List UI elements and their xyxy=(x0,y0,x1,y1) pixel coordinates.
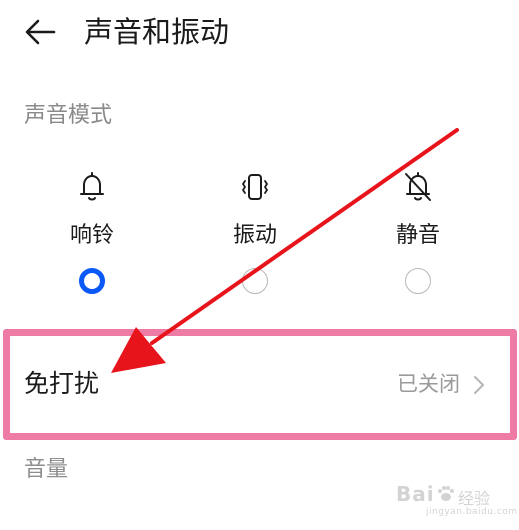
page-title: 声音和振动 xyxy=(84,15,230,49)
radio-vibrate[interactable] xyxy=(242,268,268,294)
mode-label-ring: 响铃 xyxy=(69,223,114,248)
mode-option-silent[interactable]: 静音 xyxy=(363,168,473,308)
baidu-jingyan-watermark: Bai 经验 jingyan.baidu.com xyxy=(396,482,517,522)
radio-silent[interactable] xyxy=(405,268,431,294)
mode-label-vibrate: 振动 xyxy=(232,223,277,248)
do-not-disturb-status: 已关闭 xyxy=(397,372,460,396)
mode-option-ring[interactable]: 响铃 xyxy=(37,168,147,308)
do-not-disturb-row[interactable]: 免打扰 已关闭 xyxy=(10,336,510,433)
watermark-brand: Bai xyxy=(396,482,435,506)
back-button[interactable] xyxy=(18,12,62,52)
watermark-sub: 经验 xyxy=(458,489,491,508)
header-bar: 声音和振动 xyxy=(0,0,519,64)
paw-logo-icon xyxy=(438,486,454,501)
bell-icon xyxy=(80,172,104,201)
mode-label-silent: 静音 xyxy=(395,223,440,248)
bell-off-icon xyxy=(405,172,431,201)
vibrate-icon xyxy=(242,174,268,200)
chevron-right-icon xyxy=(474,376,484,394)
radio-ring[interactable] xyxy=(79,268,105,294)
sound-mode-section-title: 声音模式 xyxy=(24,103,113,128)
do-not-disturb-label: 免打扰 xyxy=(24,369,100,398)
sound-and-vibration-screen: 声音和振动 声音模式 响铃 振动 静音 免打扰 已关闭 音量 Bai 经验 ji… xyxy=(0,0,519,530)
volume-section-title: 音量 xyxy=(24,457,69,482)
back-arrow-icon xyxy=(25,19,56,45)
watermark-domain: jingyan.baidu.com xyxy=(426,507,518,517)
mode-option-vibrate[interactable]: 振动 xyxy=(200,168,310,308)
